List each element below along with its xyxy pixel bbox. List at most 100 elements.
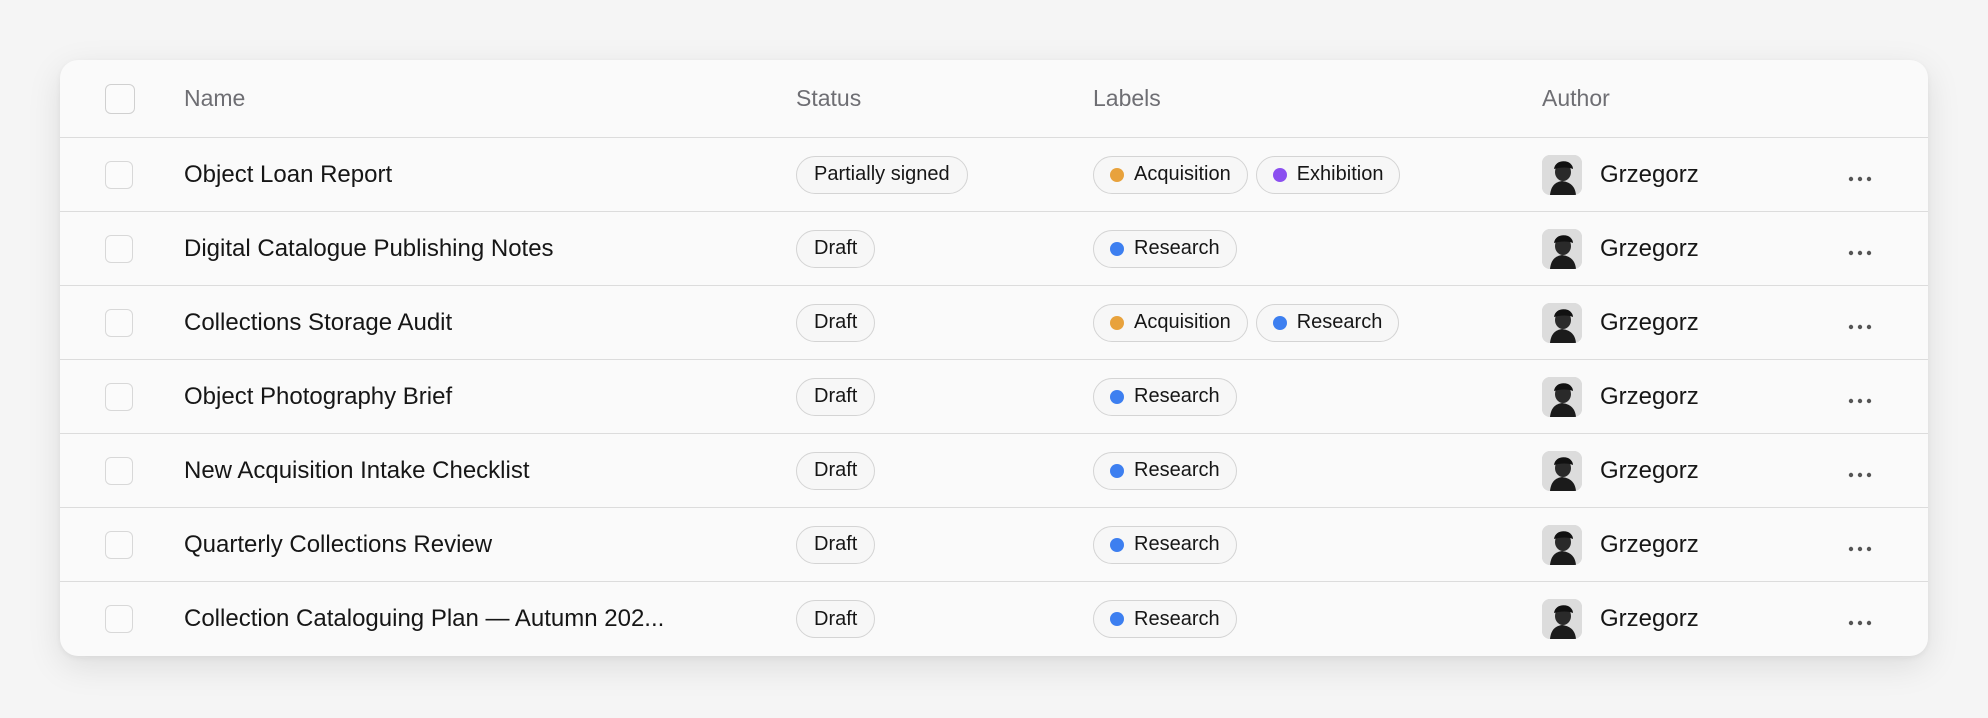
name-cell: Collection Cataloguing Plan — Autumn 202… [184,582,664,656]
label-color-dot [1272,315,1287,330]
author-cell: Grzegorz [1542,582,1699,656]
label-chip[interactable]: Research [1093,229,1237,268]
label-color-dot [1272,167,1287,182]
labels-cell: Research [1093,360,1237,433]
label-color-dot [1110,241,1124,256]
more-horizontal-icon[interactable] [1842,528,1878,562]
label-text: Research [1134,459,1220,481]
label-chip[interactable]: Research [1093,451,1237,490]
label-text: Acquisition [1134,163,1231,185]
more-horizontal-icon[interactable] [1842,158,1878,192]
row-select-cell [105,360,133,433]
name-cell: Object Photography Brief [184,360,452,433]
select-all-checkbox[interactable] [105,83,135,114]
table-header: Name Status Labels Author [60,60,1928,138]
row-checkbox[interactable] [105,605,133,633]
more-horizontal-icon[interactable] [1842,232,1878,266]
table-row[interactable]: Quarterly Collections Review Draft Researc… [60,508,1928,582]
author-cell: Grzegorz [1542,360,1699,433]
label-chip[interactable]: Research [1255,303,1400,342]
author-name: Grzegorz [1600,382,1699,410]
row-actions-cell [1842,508,1878,581]
user-avatar-icon [1542,450,1582,491]
label-chip[interactable]: Acquisition [1093,155,1248,194]
author-column-header[interactable]: Author [1542,60,1610,137]
author-name: Grzegorz [1600,308,1699,336]
name-cell: New Acquisition Intake Checklist [184,434,530,507]
more-horizontal-icon[interactable] [1842,454,1878,488]
document-name[interactable]: Collection Cataloguing Plan — Autumn 202… [184,605,664,633]
status-cell: Draft [796,508,876,581]
row-checkbox[interactable] [105,160,133,189]
author-name: Grzegorz [1600,160,1699,188]
document-name[interactable]: Quarterly Collections Review [184,531,492,559]
document-name[interactable]: Object Loan Report [184,161,392,189]
document-name[interactable]: Collections Storage Audit [184,309,452,337]
label-chip[interactable]: Research [1093,377,1237,416]
row-checkbox[interactable] [105,308,133,337]
author-cell: Grzegorz [1542,286,1699,359]
select-all-cell [105,60,135,137]
row-checkbox[interactable] [105,382,133,411]
labels-cell: Acquisition Research [1093,286,1400,359]
more-horizontal-icon[interactable] [1842,602,1878,636]
row-actions-cell [1842,582,1878,656]
documents-table: Name Status Labels Author Object Loan Re… [60,60,1928,656]
status-cell: Draft [796,286,876,359]
document-name[interactable]: Digital Catalogue Publishing Notes [184,235,554,263]
status-cell: Partially signed [796,138,968,211]
row-select-cell [105,212,133,285]
status-badge: Draft [796,451,876,490]
label-chip[interactable]: Research [1093,600,1237,638]
label-text: Research [1134,533,1220,555]
status-header-label: Status [796,85,862,111]
label-color-dot [1110,167,1124,182]
author-name: Grzegorz [1600,530,1699,558]
labels-cell: Research [1093,508,1237,581]
more-horizontal-icon[interactable] [1842,306,1878,340]
row-select-cell [105,508,133,581]
row-actions-cell [1842,212,1878,285]
name-cell: Object Loan Report [184,138,392,211]
status-cell: Draft [796,360,876,433]
row-actions-cell [1842,360,1878,433]
user-avatar-icon [1542,154,1582,195]
status-cell: Draft [796,434,876,507]
author-cell: Grzegorz [1542,508,1699,581]
author-name: Grzegorz [1600,605,1699,632]
table-row[interactable]: Collection Cataloguing Plan — Autumn 202… [60,582,1928,656]
table-row[interactable]: Object Loan Report Partially signed Acquis… [60,138,1928,212]
label-color-dot [1110,389,1124,404]
status-column-header[interactable]: Status [796,60,861,137]
label-color-dot [1110,612,1124,626]
document-name[interactable]: Object Photography Brief [184,383,452,411]
status-cell: Draft [796,582,876,656]
table-row[interactable]: Digital Catalogue Publishing Notes Draft R… [60,212,1928,286]
row-actions-cell [1842,286,1878,359]
row-select-cell [105,434,133,507]
table-row[interactable]: New Acquisition Intake Checklist Draft Res… [60,434,1928,508]
user-avatar-icon [1542,376,1582,417]
row-checkbox[interactable] [105,234,133,263]
row-checkbox[interactable] [105,530,133,559]
row-select-cell [105,286,133,359]
status-badge: Draft [796,525,876,564]
labels-column-header[interactable]: Labels [1093,60,1161,137]
label-chip[interactable]: Exhibition [1255,155,1401,194]
label-chip[interactable]: Research [1093,525,1237,564]
user-avatar-icon [1542,524,1582,565]
status-badge: Draft [796,303,876,342]
name-cell: Digital Catalogue Publishing Notes [184,212,554,285]
table-row[interactable]: Collections Storage Audit Draft Acquisitio… [60,286,1928,360]
label-color-dot [1110,463,1124,478]
table-row[interactable]: Object Photography Brief Draft Research Grz… [60,360,1928,434]
row-checkbox[interactable] [105,456,133,485]
document-name[interactable]: New Acquisition Intake Checklist [184,457,530,485]
author-header-label: Author [1542,85,1610,111]
status-badge: Draft [796,600,876,638]
label-color-dot [1110,537,1124,552]
more-horizontal-icon[interactable] [1842,380,1878,414]
name-column-header[interactable]: Name [184,60,245,137]
label-chip[interactable]: Acquisition [1093,303,1248,342]
author-cell: Grzegorz [1542,138,1699,211]
